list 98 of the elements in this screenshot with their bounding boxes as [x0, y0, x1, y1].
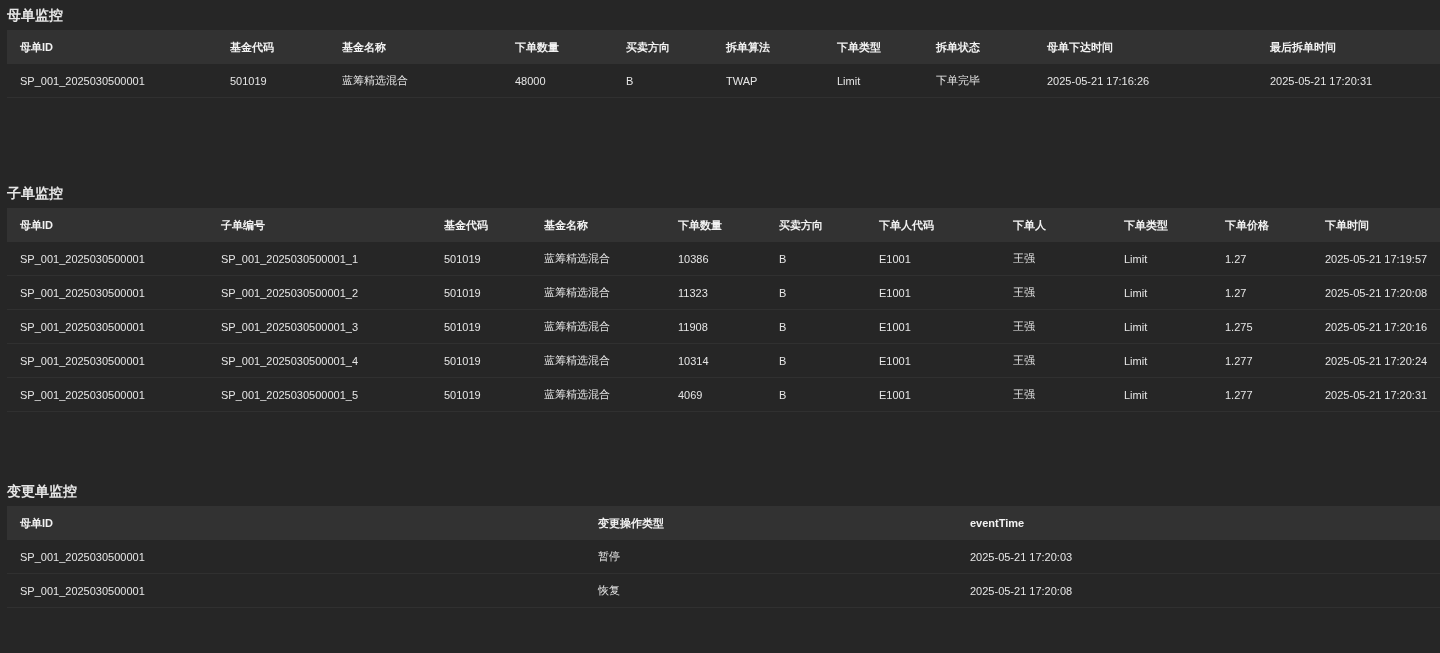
column-header: 下单类型 — [1111, 208, 1212, 242]
table-cell: 501019 — [444, 388, 481, 401]
table-cell: 蓝筹精选混合 — [544, 387, 610, 402]
table-cell: 蓝筹精选混合 — [544, 319, 610, 334]
table-cell: E1001 — [879, 320, 911, 333]
column-header: 基金代码 — [431, 208, 531, 242]
column-header: 基金名称 — [329, 30, 502, 64]
section-title: 变更单监控 — [7, 482, 77, 501]
table-cell: SP_001_2025030500001_5 — [221, 388, 359, 401]
table-cell: 1.277 — [1225, 388, 1253, 401]
table-cell: 王强 — [1013, 251, 1035, 266]
table-cell: B — [779, 286, 787, 299]
column-header: 母单下达时间 — [1034, 30, 1257, 64]
table-cell: 2025-05-21 17:20:08 — [1325, 286, 1428, 299]
table-cell: SP_001_2025030500001 — [20, 584, 145, 597]
table-cell: 王强 — [1013, 319, 1035, 334]
table-cell: 下单完毕 — [936, 73, 980, 88]
table-cell: 2025-05-21 17:20:08 — [970, 584, 1073, 597]
table-cell: E1001 — [879, 286, 911, 299]
table-cell: E1001 — [879, 354, 911, 367]
table-cell: 1.275 — [1225, 320, 1253, 333]
section-title: 子单监控 — [7, 184, 63, 203]
table-cell: 48000 — [515, 74, 546, 87]
table-cell: 501019 — [444, 252, 481, 265]
table-cell: Limit — [1124, 286, 1148, 299]
table-cell: 1.277 — [1225, 354, 1253, 367]
table-cell: 2025-05-21 17:20:31 — [1270, 74, 1373, 87]
table-cell: SP_001_2025030500001_2 — [221, 286, 359, 299]
table-cell: SP_001_2025030500001 — [20, 252, 145, 265]
table-cell: 恢复 — [598, 583, 620, 598]
column-header: 子单编号 — [208, 208, 431, 242]
table-cell: 暂停 — [598, 549, 620, 564]
table-cell: Limit — [837, 74, 861, 87]
table-cell: 2025-05-21 17:20:03 — [970, 550, 1073, 563]
table-cell: SP_001_2025030500001_4 — [221, 354, 359, 367]
column-header: 母单ID — [7, 506, 585, 540]
column-header: 拆单算法 — [713, 30, 824, 64]
table-cell: E1001 — [879, 388, 911, 401]
table-cell: 501019 — [444, 320, 481, 333]
table-cell: 2025-05-21 17:20:24 — [1325, 354, 1428, 367]
column-header: 变更操作类型 — [585, 506, 957, 540]
table-cell: 蓝筹精选混合 — [544, 285, 610, 300]
column-header: 基金代码 — [217, 30, 329, 64]
table-cell: 王强 — [1013, 387, 1035, 402]
table-cell: SP_001_2025030500001 — [20, 320, 145, 333]
table-cell: 2025-05-21 17:20:16 — [1325, 320, 1428, 333]
table-cell: 501019 — [444, 354, 481, 367]
table-cell: 10386 — [678, 252, 709, 265]
table-cell: B — [779, 354, 787, 367]
table-cell: TWAP — [726, 74, 758, 87]
column-header: 下单人代码 — [866, 208, 1000, 242]
table-cell: 2025-05-21 17:19:57 — [1325, 252, 1428, 265]
table-cell: 王强 — [1013, 353, 1035, 368]
column-header: 下单数量 — [665, 208, 766, 242]
table-cell: SP_001_2025030500001 — [20, 550, 145, 563]
column-header: 拆单状态 — [923, 30, 1034, 64]
column-header: eventTime — [957, 506, 1440, 540]
section-title: 母单监控 — [7, 6, 63, 25]
table-cell: B — [779, 388, 787, 401]
table-cell: Limit — [1124, 320, 1148, 333]
table-cell: Limit — [1124, 388, 1148, 401]
table-cell: Limit — [1124, 354, 1148, 367]
table-cell: SP_001_2025030500001_1 — [221, 252, 359, 265]
table-cell: B — [626, 74, 634, 87]
table-cell: 蓝筹精选混合 — [544, 353, 610, 368]
table-cell: SP_001_2025030500001 — [20, 286, 145, 299]
column-header: 下单类型 — [824, 30, 923, 64]
column-header: 基金名称 — [531, 208, 665, 242]
table-cell: 2025-05-21 17:16:26 — [1047, 74, 1150, 87]
column-header: 母单ID — [7, 208, 208, 242]
table-cell: 11323 — [678, 286, 708, 299]
column-header: 最后拆单时间 — [1257, 30, 1440, 64]
table-cell: B — [779, 320, 787, 333]
table-cell: B — [779, 252, 787, 265]
table-cell: E1001 — [879, 252, 911, 265]
table-cell: SP_001_2025030500001 — [20, 388, 145, 401]
column-header: 下单人 — [1000, 208, 1111, 242]
table-cell: 蓝筹精选混合 — [544, 251, 610, 266]
table-cell: 4069 — [678, 388, 703, 401]
table-cell: 2025-05-21 17:20:31 — [1325, 388, 1428, 401]
column-header: 买卖方向 — [613, 30, 713, 64]
table-cell: 501019 — [444, 286, 481, 299]
column-header: 下单时间 — [1312, 208, 1440, 242]
table-cell: 501019 — [230, 74, 267, 87]
table-cell: 1.27 — [1225, 252, 1247, 265]
table-cell: 1.27 — [1225, 286, 1247, 299]
table-cell: Limit — [1124, 252, 1148, 265]
table-cell: 王强 — [1013, 285, 1035, 300]
table-cell: 11908 — [678, 320, 708, 333]
table-cell: SP_001_2025030500001_3 — [221, 320, 359, 333]
table-cell: 10314 — [678, 354, 709, 367]
column-header: 下单价格 — [1212, 208, 1312, 242]
table-cell: SP_001_2025030500001 — [20, 74, 145, 87]
column-header: 下单数量 — [502, 30, 613, 64]
column-header: 母单ID — [7, 30, 217, 64]
table-cell: 蓝筹精选混合 — [342, 73, 408, 88]
table-cell: SP_001_2025030500001 — [20, 354, 145, 367]
column-header: 买卖方向 — [766, 208, 866, 242]
